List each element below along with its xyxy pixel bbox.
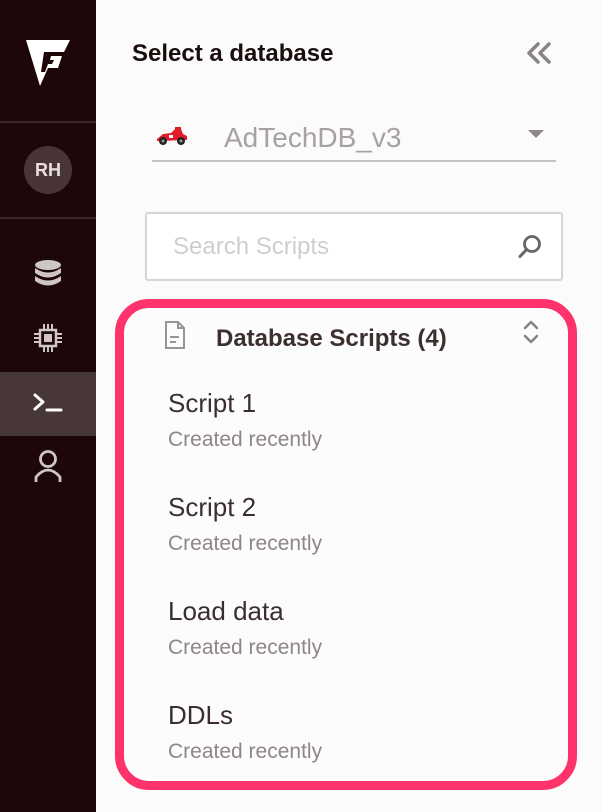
- selected-database-name: AdTechDB_v3: [224, 122, 402, 153]
- collapse-panel-button[interactable]: [524, 40, 554, 70]
- script-name: Script 1: [168, 388, 257, 418]
- race-car-icon: [155, 126, 189, 151]
- search-scripts-input[interactable]: [173, 228, 503, 266]
- chevron-down-icon: [528, 130, 544, 138]
- script-list-item[interactable]: DDLs Created recently: [168, 700, 548, 792]
- search-scripts-field[interactable]: [145, 212, 563, 281]
- avatar-initials: RH: [35, 159, 61, 180]
- script-name: Load data: [168, 596, 284, 626]
- script-name: DDLs: [168, 700, 234, 730]
- nav-databases[interactable]: [0, 244, 96, 308]
- rail-divider: [0, 217, 96, 219]
- script-created-label: Created recently: [168, 740, 323, 763]
- script-name: Script 2: [168, 492, 257, 522]
- rail-divider: [0, 121, 96, 123]
- script-created-label: Created recently: [168, 532, 323, 555]
- database-select[interactable]: AdTechDB_v3: [152, 110, 556, 162]
- script-created-label: Created recently: [168, 636, 323, 659]
- nav-rail: RH: [0, 0, 96, 812]
- script-list-item[interactable]: Script 1 Created recently: [168, 388, 548, 480]
- scripts-header[interactable]: Database Scripts (4): [124, 308, 568, 368]
- script-list-item[interactable]: Script 2 Created recently: [168, 492, 548, 584]
- panel-title: Select a database: [132, 40, 334, 67]
- database-icon: [33, 259, 63, 294]
- chip-icon: [32, 322, 64, 359]
- nav-engines[interactable]: [0, 308, 96, 372]
- user-avatar[interactable]: RH: [24, 146, 72, 194]
- user-icon: [33, 449, 63, 488]
- app-root: RH Select a database AdTechDB_v3 Search …: [0, 0, 602, 812]
- database-scripts-section: Database Scripts (4) Script 1 Created re…: [115, 299, 577, 790]
- nav-scripts[interactable]: [0, 372, 96, 436]
- double-chevron-left-icon: [526, 41, 552, 69]
- nav-account[interactable]: [0, 436, 96, 500]
- script-list-item[interactable]: Load data Created recently: [168, 596, 548, 688]
- search-icon[interactable]: [517, 234, 543, 265]
- script-created-label: Created recently: [168, 428, 323, 451]
- document-icon: [164, 320, 186, 355]
- firebolt-logo-icon[interactable]: [24, 38, 72, 88]
- scripts-header-label: Database Scripts (4): [216, 325, 447, 352]
- terminal-icon: [32, 390, 64, 419]
- expand-collapse-icon[interactable]: [522, 318, 540, 351]
